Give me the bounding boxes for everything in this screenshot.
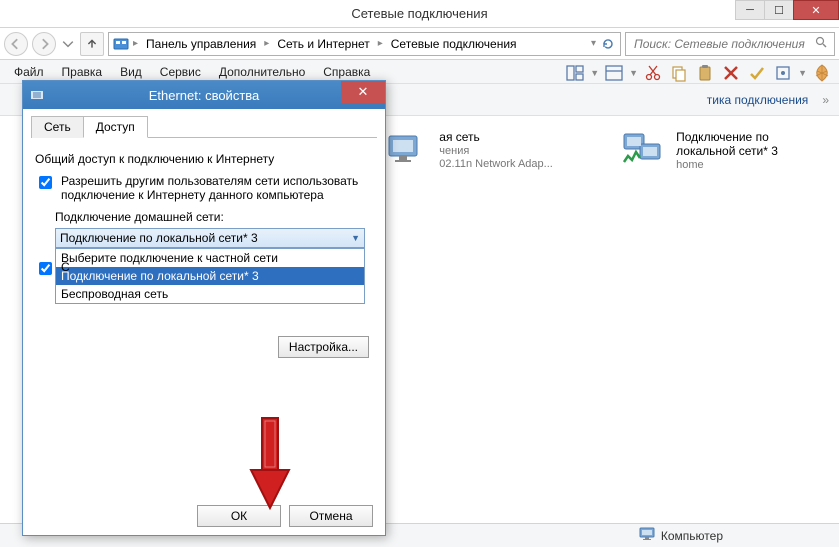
menu-view[interactable]: Вид	[112, 63, 150, 81]
minimize-button[interactable]: ─	[735, 0, 765, 20]
lan-adapter-icon	[622, 130, 666, 166]
combo-value: Подключение по локальной сети* 3	[60, 231, 258, 245]
navigation-bar: ▸ Панель управления ▸ Сеть и Интернет ▸ …	[0, 28, 839, 60]
menu-edit[interactable]: Правка	[54, 63, 111, 81]
close-button[interactable]: ✕	[793, 0, 839, 20]
home-network-label: Подключение домашней сети:	[55, 210, 373, 224]
dropdown-icon[interactable]: ▼	[629, 68, 638, 78]
connection-status: home	[676, 159, 819, 171]
menu-advanced[interactable]: Дополнительно	[211, 63, 313, 81]
search-input[interactable]	[632, 36, 815, 52]
recent-locations-button[interactable]	[60, 32, 76, 56]
dialog-titlebar[interactable]: Ethernet: свойства ✕	[23, 81, 385, 109]
maximize-button[interactable]: ☐	[764, 0, 794, 20]
menu-tools[interactable]: Сервис	[152, 63, 209, 81]
allow-sharing-label: Разрешить другим пользователям сети испо…	[61, 174, 373, 202]
connection-title: ая сеть	[439, 130, 553, 144]
copy-icon[interactable]	[668, 62, 690, 84]
organize-icon[interactable]	[564, 62, 586, 84]
connection-title: Подключение по локальной сети* 3	[676, 130, 819, 158]
connection-adapter: 02.11n Network Adap...	[439, 158, 553, 170]
dropdown-item[interactable]: Беспроводная сеть	[56, 285, 364, 303]
search-icon	[815, 36, 828, 52]
cancel-button[interactable]: Отмена	[289, 505, 373, 527]
breadcrumb-seg[interactable]: Сетевые подключения	[387, 37, 521, 51]
dropdown-icon[interactable]: ▾	[589, 38, 598, 49]
address-bar[interactable]: ▸ Панель управления ▸ Сеть и Интернет ▸ …	[108, 32, 621, 56]
diagnose-link[interactable]: тика подключения	[707, 93, 809, 107]
preview-icon[interactable]	[603, 62, 625, 84]
settings-row: Настройка...	[31, 336, 369, 358]
up-button[interactable]	[80, 32, 104, 56]
allow-control-row: С	[35, 260, 373, 278]
paste-icon[interactable]	[694, 62, 716, 84]
refresh-icon[interactable]	[600, 36, 616, 52]
annotation-arrow-icon	[247, 414, 293, 517]
breadcrumb-sep-icon: ▸	[376, 38, 385, 49]
back-button[interactable]	[4, 32, 28, 56]
connection-status: чения	[439, 145, 553, 157]
search-box[interactable]	[625, 32, 835, 56]
window-titlebar: Сетевые подключения ─ ☐ ✕	[0, 0, 839, 28]
menu-file[interactable]: Файл	[6, 63, 52, 81]
allow-sharing-row: Разрешить другим пользователям сети испо…	[35, 174, 373, 202]
toolbar: ▼ ▼ ▼	[564, 62, 833, 84]
breadcrumb-seg[interactable]: Сеть и Интернет	[273, 37, 373, 51]
menu-help[interactable]: Справка	[315, 63, 378, 81]
window-title: Сетевые подключения	[351, 6, 487, 21]
dialog-title: Ethernet: свойства	[149, 88, 260, 103]
wifi-adapter-icon	[385, 130, 429, 166]
breadcrumb-sep-icon: ▸	[131, 38, 140, 49]
cut-icon[interactable]	[642, 62, 664, 84]
shell-icon[interactable]	[811, 62, 833, 84]
properties-icon[interactable]	[772, 62, 794, 84]
tab-strip: Сеть Доступ	[31, 115, 377, 138]
dialog-body: Сеть Доступ Общий доступ к подключению к…	[23, 109, 385, 495]
tab-sharing[interactable]: Доступ	[83, 116, 148, 138]
allow-sharing-checkbox[interactable]	[39, 176, 52, 189]
dropdown-icon[interactable]: ▼	[590, 68, 599, 78]
adapter-icon	[29, 87, 45, 103]
chevron-right-icon[interactable]: »	[822, 93, 829, 107]
connection-item[interactable]: ая сеть чения 02.11n Network Adap...	[385, 130, 582, 509]
home-network-combo[interactable]: Подключение по локальной сети* 3 ▼	[55, 228, 365, 248]
connection-item[interactable]: Подключение по локальной сети* 3 home	[622, 130, 819, 509]
chevron-down-icon: ▼	[351, 233, 360, 243]
properties-dialog: Ethernet: свойства ✕ Сеть Доступ Общий д…	[22, 80, 386, 536]
forward-button[interactable]	[32, 32, 56, 56]
allow-control-label: С	[61, 260, 70, 274]
breadcrumb-seg[interactable]: Панель управления	[142, 37, 260, 51]
allow-control-checkbox[interactable]	[39, 262, 52, 275]
computer-icon	[639, 527, 655, 544]
tab-network[interactable]: Сеть	[31, 116, 84, 138]
dialog-close-button[interactable]: ✕	[341, 81, 385, 103]
dropdown-icon[interactable]: ▼	[798, 68, 807, 78]
check-icon[interactable]	[746, 62, 768, 84]
window-controls: ─ ☐ ✕	[736, 0, 839, 20]
settings-button[interactable]: Настройка...	[278, 336, 369, 358]
control-panel-icon	[113, 36, 129, 52]
group-label: Общий доступ к подключению к Интернету	[35, 152, 373, 166]
statusbar-label: Компьютер	[661, 529, 723, 543]
delete-icon[interactable]	[720, 62, 742, 84]
breadcrumb-sep-icon: ▸	[262, 38, 271, 49]
